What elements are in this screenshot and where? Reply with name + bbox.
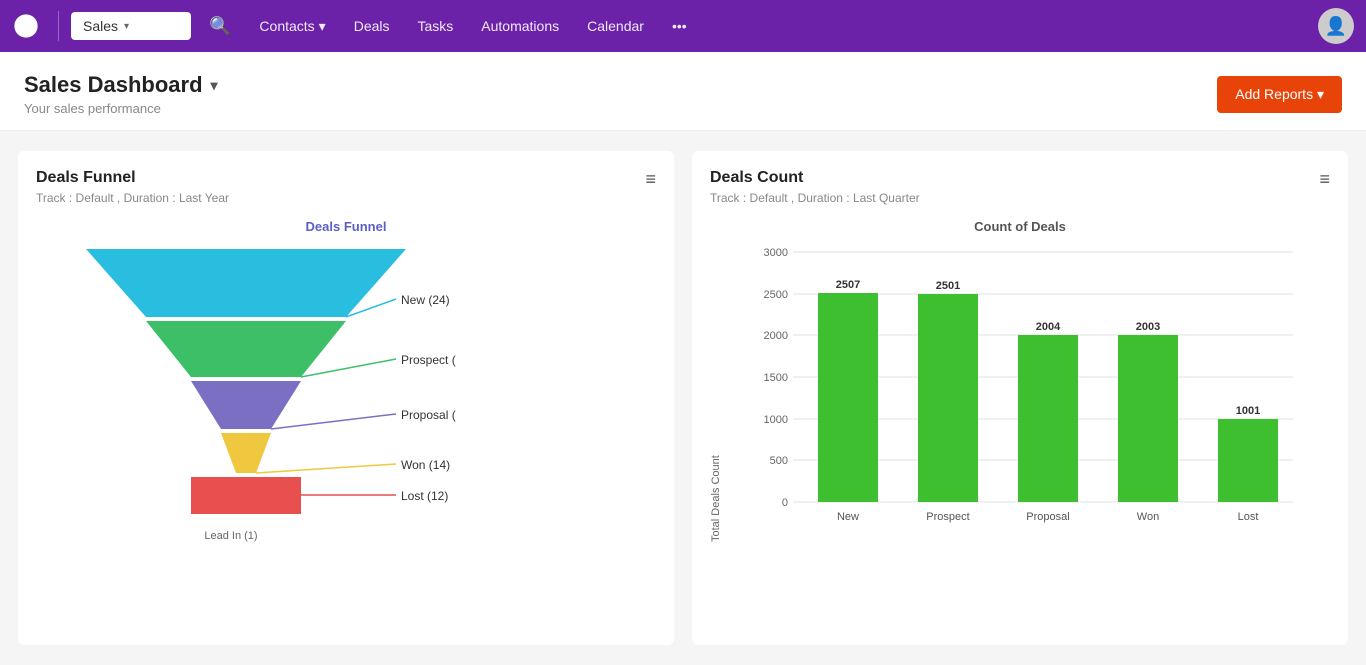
- svg-text:1001: 1001: [1236, 405, 1260, 417]
- nav-calendar[interactable]: Calendar: [577, 12, 654, 40]
- deals-funnel-card: Deals Funnel Track : Default , Duration …: [18, 151, 674, 645]
- bar-chart-svg: 3000 2500 2000 1500 1000 500 0 2507: [736, 242, 1330, 542]
- nav-tasks[interactable]: Tasks: [408, 12, 464, 40]
- nav-deals-label: Deals: [354, 18, 390, 34]
- svg-text:Prospect (10): Prospect (10): [401, 353, 456, 367]
- svg-text:Lost (12): Lost (12): [401, 489, 448, 503]
- svg-text:Lead In (1): Lead In (1): [204, 530, 257, 542]
- svg-text:3000: 3000: [764, 247, 788, 259]
- svg-text:New (24): New (24): [401, 293, 450, 307]
- svg-text:Proposal: Proposal: [1026, 511, 1069, 523]
- deals-count-title: Deals Count: [710, 169, 1330, 187]
- chart-body: 3000 2500 2000 1500 1000 500 0 2507: [736, 242, 1330, 542]
- svg-text:Lost: Lost: [1238, 511, 1259, 523]
- bar-won[interactable]: [1118, 335, 1178, 502]
- app-selector-chevron: ▾: [124, 21, 129, 32]
- svg-text:2500: 2500: [764, 289, 788, 301]
- page-title-chevron[interactable]: ▾: [211, 77, 218, 94]
- svg-text:0: 0: [782, 497, 788, 509]
- user-avatar[interactable]: 👤: [1318, 8, 1354, 44]
- nav-contacts-chevron: ▾: [319, 18, 326, 35]
- funnel-wrapper: New (24) Prospect (10) Proposal (14) Won…: [36, 244, 656, 564]
- bar-proposal[interactable]: [1018, 335, 1078, 502]
- nav-contacts-label: Contacts: [259, 18, 314, 34]
- funnel-svg: New (24) Prospect (10) Proposal (14) Won…: [36, 244, 456, 564]
- funnel-chart-title: Deals Funnel: [36, 219, 656, 234]
- chart-wrapper: Total Deals Count 3000 2500 2000 1500: [710, 242, 1330, 542]
- page-title-group: Sales Dashboard ▾ Your sales performance: [24, 72, 218, 116]
- bar-lost[interactable]: [1218, 419, 1278, 502]
- nav-divider: [58, 11, 59, 41]
- svg-text:2507: 2507: [836, 279, 860, 291]
- svg-text:500: 500: [770, 455, 788, 467]
- svg-text:2003: 2003: [1136, 321, 1160, 333]
- page-title-text: Sales Dashboard: [24, 72, 203, 98]
- bar-prospect[interactable]: [918, 294, 978, 502]
- svg-text:Prospect: Prospect: [926, 511, 969, 523]
- nav-contacts[interactable]: Contacts ▾: [249, 12, 335, 41]
- svg-text:Won (14): Won (14): [401, 458, 450, 472]
- svg-text:New: New: [837, 511, 859, 523]
- search-icon[interactable]: 🔍: [209, 16, 231, 37]
- page-subtitle: Your sales performance: [24, 101, 218, 116]
- svg-text:1000: 1000: [764, 414, 788, 426]
- nav-deals[interactable]: Deals: [344, 12, 400, 40]
- nav-more-label: •••: [672, 18, 687, 34]
- top-nav: Sales ▾ 🔍 Contacts ▾ Deals Tasks Automat…: [0, 0, 1366, 52]
- nav-tasks-label: Tasks: [418, 18, 454, 34]
- svg-text:Won: Won: [1137, 511, 1159, 523]
- add-reports-button[interactable]: Add Reports ▾: [1217, 76, 1342, 113]
- app-logo: [12, 12, 40, 40]
- nav-calendar-label: Calendar: [587, 18, 644, 34]
- deals-count-menu-icon[interactable]: ≡: [1319, 169, 1330, 190]
- svg-text:2000: 2000: [764, 330, 788, 342]
- deals-count-subtitle: Track : Default , Duration : Last Quarte…: [710, 191, 1330, 205]
- page-header: Sales Dashboard ▾ Your sales performance…: [0, 52, 1366, 131]
- nav-automations[interactable]: Automations: [471, 12, 569, 40]
- y-axis-label: Total Deals Count: [710, 242, 722, 542]
- deals-funnel-title: Deals Funnel: [36, 169, 656, 187]
- app-selector-label: Sales: [83, 18, 118, 34]
- deals-count-card: Deals Count Track : Default , Duration :…: [692, 151, 1348, 645]
- svg-text:Proposal (14): Proposal (14): [401, 408, 456, 422]
- deals-funnel-menu-icon[interactable]: ≡: [645, 169, 656, 190]
- deals-funnel-subtitle: Track : Default , Duration : Last Year: [36, 191, 656, 205]
- svg-text:1500: 1500: [764, 372, 788, 384]
- bar-chart-title: Count of Deals: [710, 219, 1330, 234]
- add-reports-label: Add Reports ▾: [1235, 86, 1324, 103]
- main-content: Deals Funnel Track : Default , Duration …: [0, 131, 1366, 665]
- app-selector-dropdown[interactable]: Sales ▾: [71, 12, 191, 40]
- page-title: Sales Dashboard ▾: [24, 72, 218, 98]
- bar-new[interactable]: [818, 293, 878, 502]
- nav-automations-label: Automations: [481, 18, 559, 34]
- nav-more[interactable]: •••: [662, 12, 697, 40]
- svg-text:2501: 2501: [936, 280, 960, 292]
- svg-text:2004: 2004: [1036, 321, 1061, 333]
